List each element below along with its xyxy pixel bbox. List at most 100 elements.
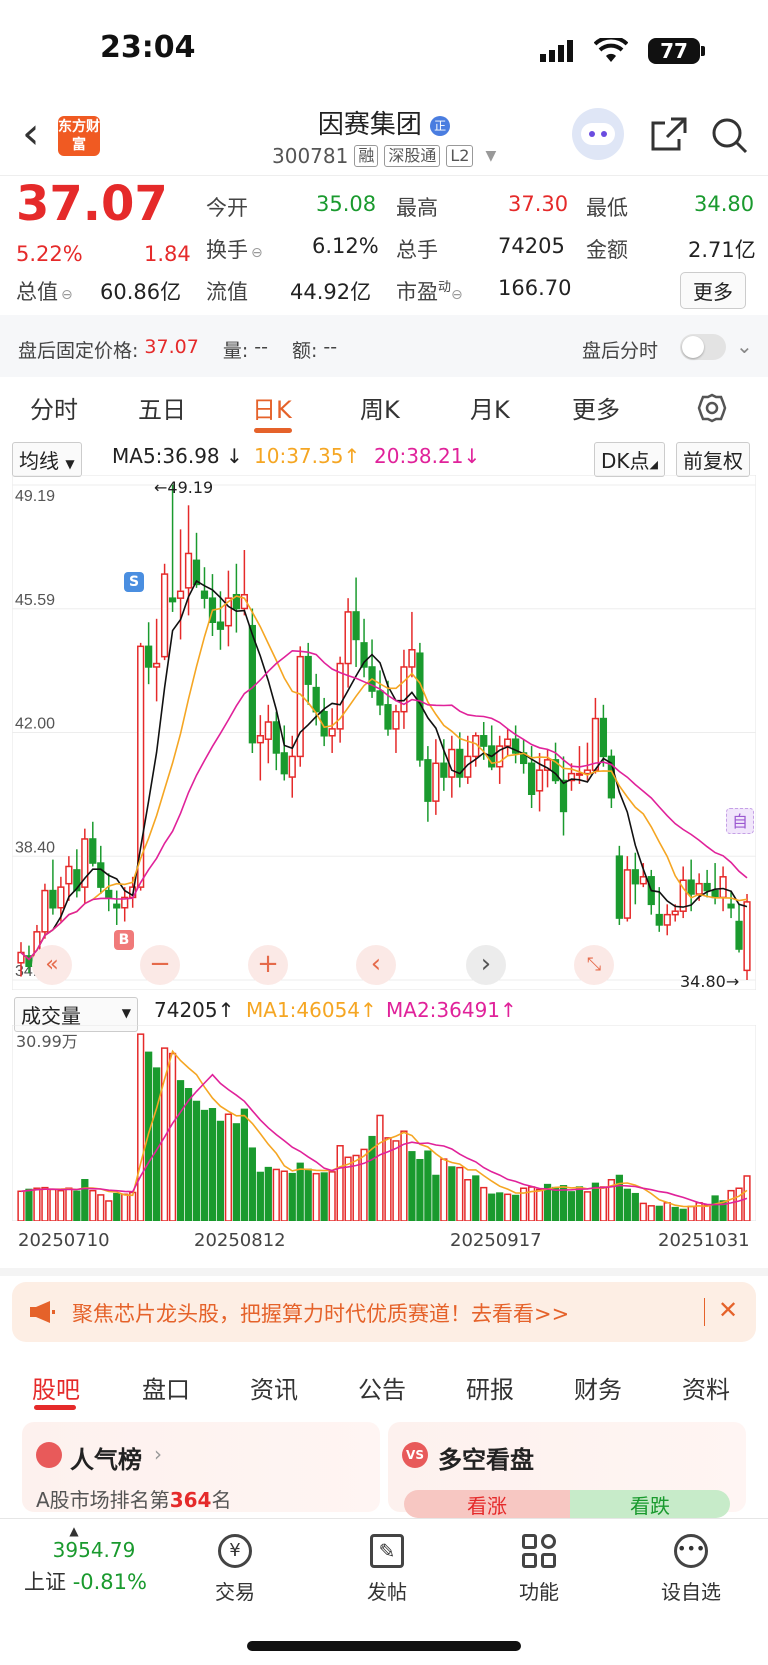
bull-button[interactable]: 看涨 <box>404 1490 570 1518</box>
megaphone-icon <box>28 1300 56 1328</box>
robot-avatar-icon[interactable] <box>572 108 624 160</box>
y-tick-label: 42.00 <box>15 716 55 733</box>
volume-bar <box>727 1189 735 1222</box>
volume-bar <box>17 1190 25 1222</box>
vol-top-label: 30.99万 <box>16 1032 78 1051</box>
change-value: 1.84 <box>144 242 191 266</box>
nav-post[interactable]: ✎ 发帖 <box>332 1528 442 1605</box>
candle-body <box>535 769 544 792</box>
stock-subtitle[interactable]: 300781 融 深股通 L2 ▼ <box>272 144 496 168</box>
candle-body <box>168 597 177 603</box>
low-label: 最低 <box>586 196 628 220</box>
candle-body <box>328 728 336 737</box>
ma-line-ma10 <box>20 595 748 961</box>
index-name: 上证 <box>24 1570 66 1594</box>
candle-body <box>631 869 639 885</box>
tab-underline <box>254 428 292 433</box>
after-hours-toggle[interactable] <box>680 334 726 360</box>
volume-bar <box>535 1188 544 1222</box>
tab-weekly-k[interactable]: 周K <box>360 390 400 425</box>
tab-research[interactable]: 研报 <box>466 1370 514 1405</box>
next-candle-icon[interactable]: › <box>466 945 506 985</box>
ma-selector[interactable]: 均线 ▼ <box>12 442 82 477</box>
candle-body <box>392 710 400 730</box>
volume-bar <box>81 1178 89 1222</box>
volume-bar <box>703 1204 711 1222</box>
share-icon[interactable] <box>646 112 692 158</box>
tab-guba[interactable]: 股吧 <box>32 1370 80 1405</box>
wifi-icon <box>593 35 629 68</box>
nav-watchlist[interactable]: ••• 设自选 <box>636 1528 746 1605</box>
vol-ma2: MA2:36491↑ <box>386 998 517 1022</box>
volume-bar <box>288 1172 296 1222</box>
info-icon[interactable]: ⊖ <box>61 287 73 303</box>
volume-bar <box>615 1174 623 1222</box>
tab-news[interactable]: 资讯 <box>250 1370 298 1405</box>
tab-five-day[interactable]: 五日 <box>138 390 186 425</box>
high-value: 37.30 <box>508 192 569 216</box>
chevron-down-icon[interactable]: ⌄ <box>736 334 753 358</box>
zoom-in-icon[interactable]: + <box>248 945 288 985</box>
tag-connect: 深股通 <box>384 145 441 167</box>
candle-body <box>280 752 288 775</box>
tab-finance[interactable]: 财务 <box>574 1370 622 1405</box>
tab-intraday[interactable]: 分时 <box>30 390 78 425</box>
more-button[interactable]: 更多 <box>680 272 746 309</box>
volume-bar <box>145 1051 153 1222</box>
candle-body <box>384 704 392 730</box>
candle-body <box>671 910 679 916</box>
volume-bar <box>176 1080 185 1222</box>
volume-bar <box>416 1158 424 1222</box>
tab-profile[interactable]: 资料 <box>682 1370 730 1405</box>
banner-text[interactable]: 聚焦芯片龙头股，把握算力时代优质赛道！去看看>> <box>72 1298 569 1328</box>
caret-up-icon: ▲ <box>69 1524 79 1538</box>
nav-functions[interactable]: 功能 <box>484 1528 594 1605</box>
tab-pankou[interactable]: 盘口 <box>142 1370 190 1405</box>
dk-button[interactable]: DK点◢ <box>594 442 665 477</box>
search-icon[interactable] <box>706 112 752 158</box>
last-price: 37.07 <box>16 176 168 232</box>
candle-body <box>440 762 448 778</box>
candle-body <box>703 882 711 892</box>
bear-button[interactable]: 看跌 <box>570 1490 730 1518</box>
volume-chart[interactable] <box>11 1024 757 1222</box>
change-pct: 5.22% <box>16 242 83 266</box>
volume-bar <box>336 1145 344 1222</box>
candle-body <box>49 889 57 909</box>
tab-more[interactable]: 更多 <box>572 390 620 425</box>
info-icon[interactable]: ⊖ <box>251 245 263 261</box>
candle-body <box>639 876 647 885</box>
vol-ma1: MA1:46054↑ <box>246 998 377 1022</box>
candle-body <box>575 772 584 776</box>
sell-marker: S <box>124 572 144 592</box>
close-icon[interactable]: ✕ <box>718 1296 738 1324</box>
volume-bar <box>360 1148 368 1222</box>
ma-line-ma5 <box>20 579 748 961</box>
kline-chart[interactable]: 49.1945.5942.0038.4034.80 <box>11 474 757 991</box>
volume-bar <box>496 1192 504 1222</box>
candle-body <box>65 865 73 885</box>
y-tick-label: 38.40 <box>15 839 55 856</box>
tab-monthly-k[interactable]: 月K <box>470 390 510 425</box>
candle-body <box>200 590 209 599</box>
zoom-out-icon[interactable]: − <box>140 945 180 985</box>
volume-bar <box>152 1067 161 1222</box>
adjust-button[interactable]: 前复权 <box>676 442 750 477</box>
volume-bar <box>679 1208 687 1222</box>
nav-trade[interactable]: ¥ 交易 <box>180 1528 290 1605</box>
low-value: 34.80 <box>694 192 755 216</box>
high-label: 最高 <box>396 196 438 220</box>
volume-bar <box>575 1186 584 1222</box>
index-ticker[interactable]: ▲ 3954.79 上证 -0.81% <box>24 1524 164 1596</box>
scroll-left-icon[interactable]: « <box>32 945 72 985</box>
info-icon[interactable]: ⊖ <box>451 287 463 303</box>
banner-divider <box>704 1298 705 1326</box>
candle-body <box>424 759 432 802</box>
tab-daily-k[interactable]: 日K <box>252 390 292 425</box>
settings-icon[interactable] <box>696 392 728 428</box>
prev-candle-icon[interactable]: ‹ <box>356 945 396 985</box>
fullscreen-icon[interactable]: ⤡ <box>574 945 614 985</box>
tab-announcements[interactable]: 公告 <box>358 1370 406 1405</box>
candle-body <box>735 920 743 950</box>
volume-bar <box>328 1171 336 1222</box>
